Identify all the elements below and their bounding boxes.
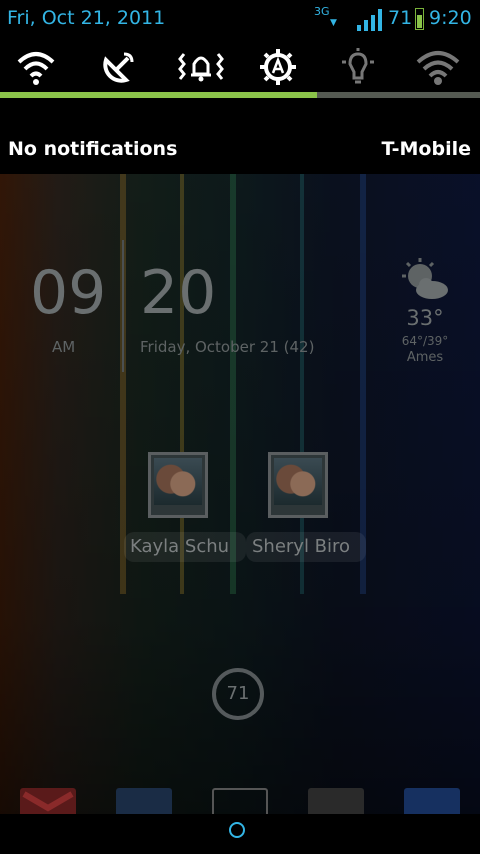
no-notifications-label: No notifications — [8, 138, 178, 160]
status-date: Fri, Oct 21, 2011 — [7, 7, 166, 29]
status-time: 9:20 — [429, 7, 472, 29]
clock-date: Friday, October 21 (42) — [140, 338, 315, 356]
network-type: 3G — [314, 5, 330, 18]
app-drawer-icon — [212, 788, 268, 814]
clock-minute: 20 — [140, 258, 217, 328]
carrier-label: T-Mobile — [381, 138, 471, 160]
clock-ampm: AM — [52, 338, 76, 356]
contact-name: Sheryl Biro — [246, 532, 366, 562]
wifi-hotspot-toggle[interactable] — [416, 48, 460, 86]
data-activity-icon: ▼ — [330, 18, 337, 28]
app-icon — [308, 788, 364, 814]
battery-percent: 71 — [388, 7, 413, 29]
clock-widget: 09 20 — [28, 240, 328, 380]
contact-photo — [148, 452, 208, 518]
gps-toggle[interactable] — [98, 48, 138, 86]
hotspot-icon — [416, 51, 460, 85]
contact-name: Kayla Schu — [124, 532, 246, 562]
weather-widget: 33° 64°/39° Ames — [390, 258, 460, 368]
battery-widget: 71 — [212, 668, 264, 720]
status-bar: Fri, Oct 21, 2011 3G ▼ 71 9:20 — [0, 0, 480, 40]
contact-photo — [268, 452, 328, 518]
home-screen-background: 09 20 AM Friday, October 21 (42) 33° 64°… — [0, 174, 480, 814]
auto-rotate-toggle[interactable] — [258, 48, 298, 86]
battery-charging-icon — [415, 8, 424, 30]
gmail-icon — [20, 788, 76, 814]
weather-city: Ames — [406, 350, 444, 365]
clock-divider — [122, 240, 124, 372]
weather-temp: 33° — [406, 306, 444, 330]
drag-handle-icon[interactable] — [229, 822, 245, 838]
sun-behind-cloud-icon — [402, 258, 448, 299]
flashlight-toggle[interactable] — [338, 48, 378, 86]
auto-gear-icon — [260, 49, 296, 85]
clock-hour: 09 — [30, 258, 107, 328]
notification-header: No notifications T-Mobile — [0, 98, 480, 174]
battery-widget-value: 71 — [226, 683, 250, 704]
app-icon — [404, 788, 460, 814]
weather-range: 64°/39° — [401, 334, 449, 348]
quick-settings-toggles — [0, 40, 480, 92]
wifi-icon — [17, 52, 55, 85]
sound-toggle[interactable] — [178, 48, 224, 86]
lightbulb-icon — [342, 48, 374, 84]
signal-icon — [357, 9, 382, 31]
wifi-toggle[interactable] — [16, 48, 56, 86]
vibrate-bell-icon — [178, 53, 224, 82]
satellite-dish-icon — [103, 52, 134, 83]
notification-shade-handle[interactable] — [0, 814, 480, 854]
app-icon — [116, 788, 172, 814]
